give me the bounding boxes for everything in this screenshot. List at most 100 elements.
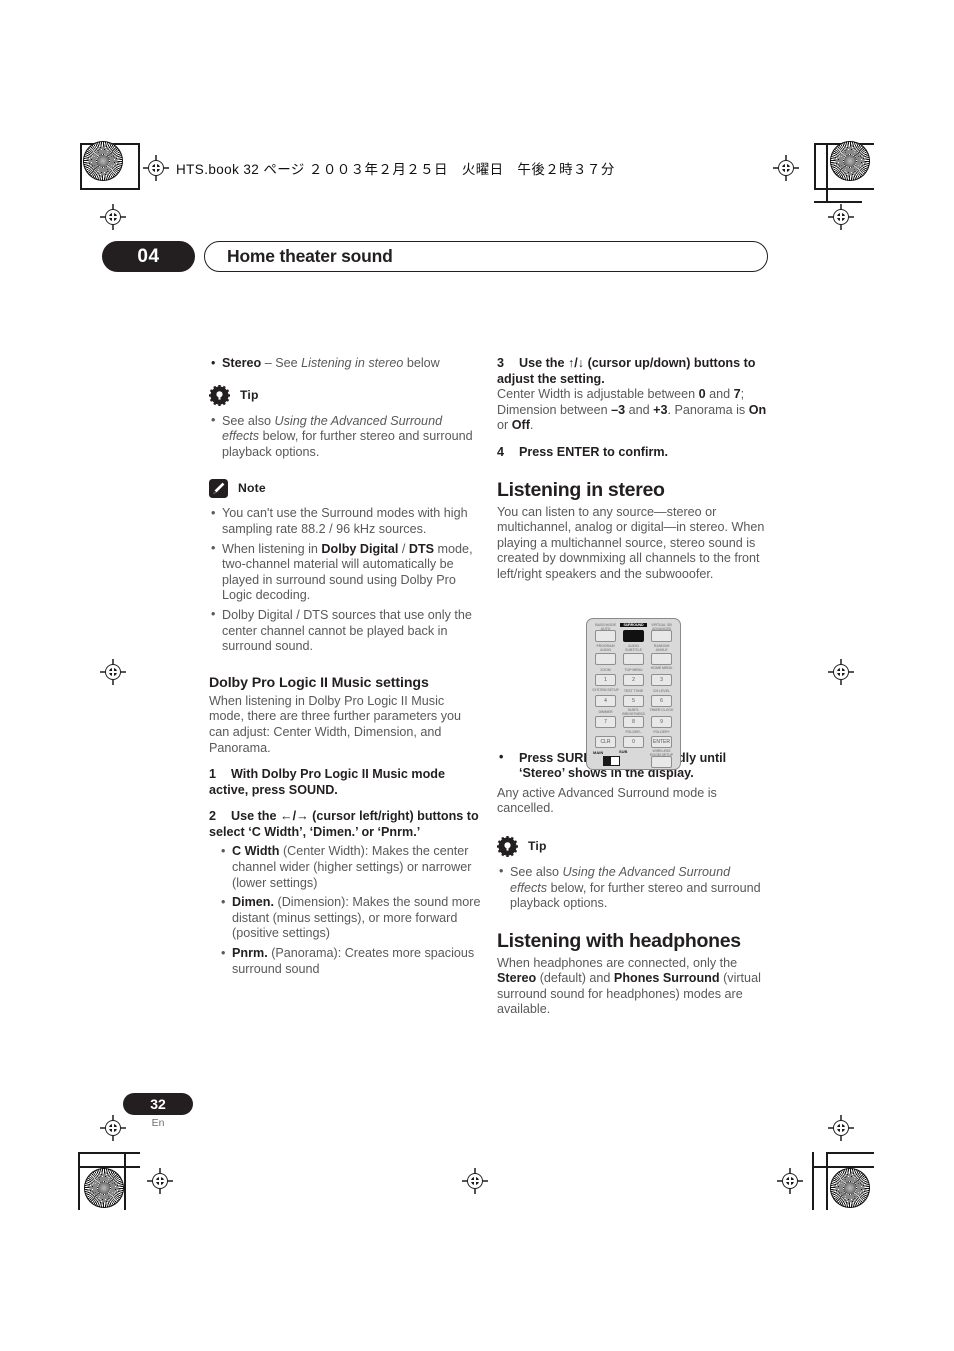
step-number: 1 [209,767,217,782]
step-text: With Dolby Pro Logic II Music mode activ… [209,767,445,797]
registration-mark [100,659,126,685]
remote-label-program-audio: PROGRAM AUDIO [596,644,615,653]
step-text-before: Use the [231,809,280,824]
remote-key-6[interactable]: 6 [651,695,672,707]
registration-mark [100,204,126,230]
mode-phones-surround: Phones Surround [613,971,720,986]
text-fragment: . [529,418,534,433]
remote-key-0[interactable]: 0 [623,736,644,748]
step-2: 2 Use the ←/→ (cursor left/right) buttons… [209,809,481,840]
remote-key-enter[interactable]: ENTER [651,736,672,748]
crop-mark [814,201,862,203]
step-4: 4 Press ENTER to confirm. [497,445,769,461]
tip-callout-header: Tip [209,385,481,407]
text-fragment: or [497,418,512,433]
remote-key-program-audio[interactable] [595,653,616,665]
value-7: 7 [733,387,741,402]
registration-mark [462,1168,488,1194]
page-number-badge: 32 [123,1093,193,1115]
remote-key-virtual-sb[interactable] [651,630,672,642]
left-column: Stereo – See Listening in stereo below [209,356,481,981]
stereo-italic-ref: Listening in stereo [301,356,404,370]
value-off: Off [511,418,530,433]
tip-callout-header: Tip [497,836,769,858]
remote-keypad: BASS MODE AUTO SURROUND VIRTUAL SB ADVAN… [592,623,675,768]
tip-bullet: See also Using the Advanced Surround eff… [497,864,769,912]
stereo-tail: below [403,356,440,370]
step-number: 4 [497,444,505,459]
list-item: Pnrm. (Panorama): Creates more spacious … [219,946,481,977]
section-heading-listening-in-stereo: Listening in stereo [497,478,665,501]
density-patch [830,141,870,181]
step-number: 2 [209,809,217,824]
text-fragment: (default) and [536,971,614,986]
remote-key-wireless-room-setup[interactable] [651,756,672,768]
note-bold-dolby-digital: Dolby Digital [321,541,399,556]
step-text-before: Use the [519,356,568,370]
note-label: Note [238,480,266,495]
crop-mark [814,188,874,190]
tip-tail: below, for further stereo and surround p… [222,429,473,459]
tip-label: Tip [240,387,259,402]
param-term: Dimen. [232,895,274,910]
registration-mark [828,659,854,685]
tip-lead: See also [222,413,275,428]
remote-key-random-angle[interactable] [651,653,672,665]
remote-switch-label-main: MAIN [593,750,604,755]
registration-mark [777,1168,803,1194]
remote-key-bass-mode[interactable] [595,630,616,642]
gear-icon [497,836,518,858]
remote-switch-label-sub: SUB [619,749,628,754]
tip-bullet: See also Using the Advanced Surround eff… [209,413,481,461]
crop-mark [80,188,140,190]
registration-mark [828,204,854,230]
remote-key-1[interactable]: 1 [595,674,616,686]
remote-control-diagram: BASS MODE AUTO SURROUND VIRTUAL SB ADVAN… [586,618,681,770]
list-item: C Width (Center Width): Makes the center… [219,844,481,891]
chapter-title-box: Home theater sound [204,241,768,272]
density-patch [84,1168,124,1208]
remote-key-5[interactable]: 5 [623,695,644,707]
remote-label-folder-plus: FOLDER+ [653,730,670,734]
param-term: C Width [232,844,280,859]
remote-key-clr[interactable]: CLR [595,736,616,748]
list-item-stereo: Stereo – See Listening in stereo below [209,356,481,372]
remote-label-test-tone: TEST TONE [623,689,644,693]
cursor-left-right-icon: ←/→ [280,809,309,824]
stereo-dash: – [261,356,276,370]
remote-key-4[interactable]: 4 [595,695,616,707]
remote-key-2[interactable]: 2 [623,674,644,686]
remote-label-timer-clock: TIMER CLOCK [649,708,674,712]
value-on: On [748,402,767,417]
list-item: You can't use the Surround modes with hi… [209,506,481,537]
note-sep: / [398,541,409,556]
list-item: Dimen. (Dimension): Makes the sound more… [219,895,481,942]
remote-label-ch-level: CH LEVEL [653,689,670,693]
crop-mark [812,1152,814,1210]
crop-mark [814,143,816,190]
remote-key-3[interactable]: 3 [651,674,672,686]
text-fragment: and [705,387,734,402]
pencil-icon [209,478,228,498]
remote-key-7[interactable]: 7 [595,716,616,728]
stereo-lead: See [275,356,302,370]
step-3-body: Center Width is adjustable between 0 and… [497,387,769,434]
cursor-up-down-icon: ↑/↓ [568,356,585,370]
section-heading-dplii: Dolby Pro Logic II Music settings [209,674,429,691]
remote-main-sub-switch[interactable] [603,756,620,766]
registration-mark [828,1115,854,1141]
section-body-listening-in-stereo: You can listen to any source—stereo or m… [497,504,765,581]
remote-key-8[interactable]: 8 [623,716,644,728]
step-text: Press ENTER to confirm. [519,444,669,459]
file-header-text: HTS.book 32 ページ ２００３年２月２５日 火曜日 午後２時３７分 [176,162,615,177]
page-language-label: En [151,1117,165,1129]
crop-mark [826,143,828,203]
instruction-body: Any active Advanced Surround mode is can… [497,785,717,816]
remote-key-audio-subtitle[interactable] [623,653,644,665]
remote-key-9[interactable]: 9 [651,716,672,728]
crop-mark [812,1166,874,1168]
text-fragment: Center Width is adjustable between [497,387,699,402]
remote-key-surround[interactable] [623,630,644,642]
remote-label-surround: SURROUND [620,623,647,628]
tip-label: Tip [528,839,547,854]
